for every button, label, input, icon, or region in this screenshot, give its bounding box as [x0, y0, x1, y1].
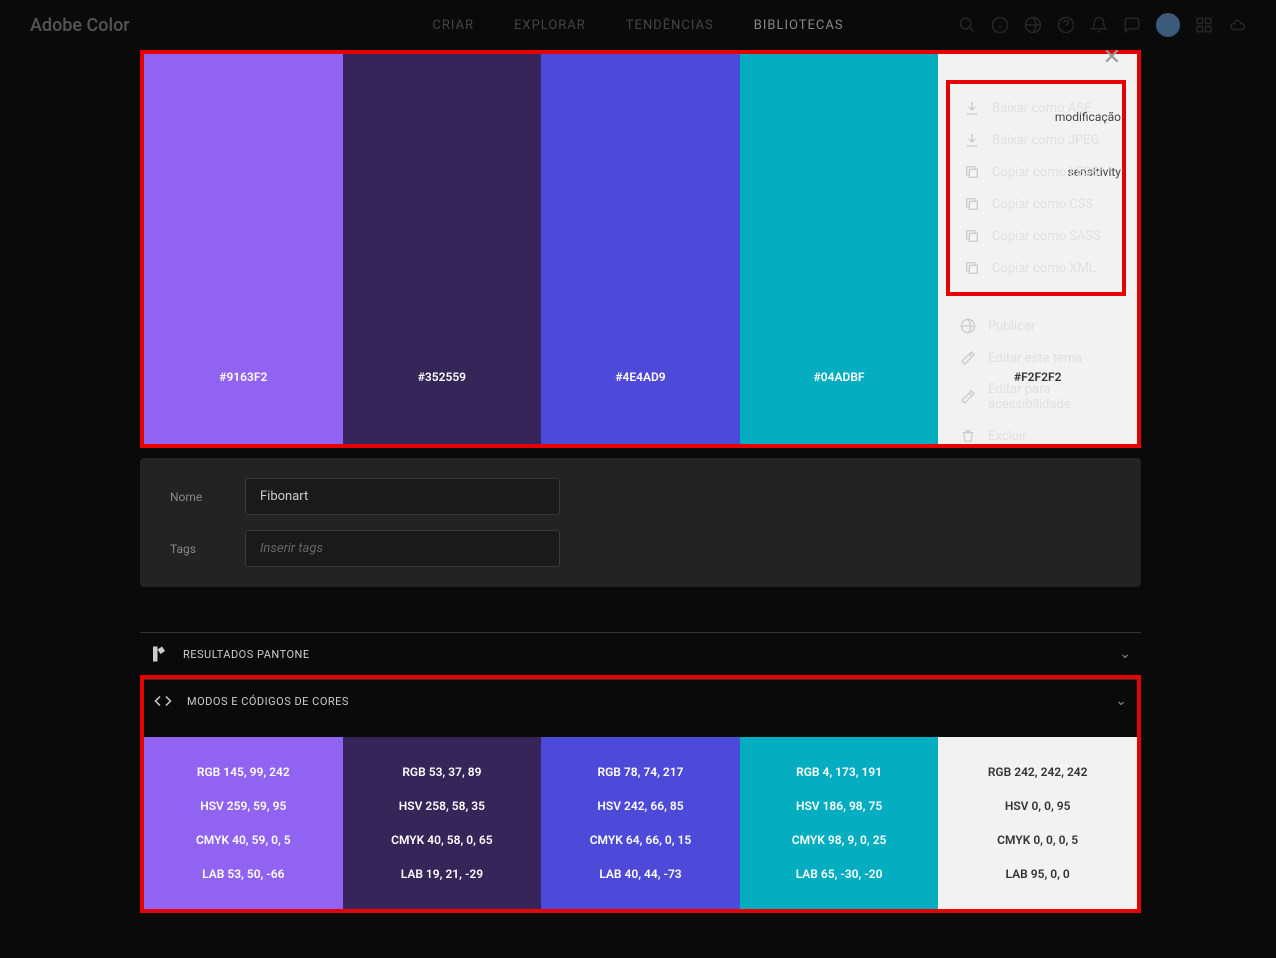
chat-icon[interactable] — [1123, 16, 1141, 34]
edit-accessibility-button[interactable]: Editar para acessibilidade — [946, 374, 1126, 420]
chevron-down-icon: ⌄ — [1115, 693, 1127, 709]
copy-icon — [964, 164, 980, 180]
info-icon[interactable] — [991, 16, 1009, 34]
menu-label: Copiar como LESS — [992, 165, 1099, 180]
color-codes-grid: RGB 145, 99, 242 HSV 259, 59, 95 CMYK 40, … — [144, 737, 1137, 909]
edit-icon — [960, 389, 976, 405]
nav-criar[interactable]: CRIAR — [432, 18, 474, 33]
code-lab[interactable]: LAB 19, 21, -29 — [353, 867, 532, 881]
code-rgb[interactable]: RGB 78, 74, 217 — [551, 765, 730, 779]
menu-label: Baixar como ASE — [992, 101, 1091, 116]
swatch-0[interactable]: #9163F2 — [144, 54, 343, 444]
code-rgb[interactable]: RGB 53, 37, 89 — [353, 765, 532, 779]
globe-icon — [960, 318, 976, 334]
code-cmyk[interactable]: CMYK 98, 9, 0, 25 — [750, 833, 929, 847]
edit-theme-button[interactable]: Editar este tema — [946, 342, 1126, 374]
copy-less-button[interactable]: Copiar como LESS — [950, 156, 1122, 188]
code-hsv[interactable]: HSV 186, 98, 75 — [750, 799, 929, 813]
code-lab[interactable]: LAB 65, -30, -20 — [750, 867, 929, 881]
code-rgb[interactable]: RGB 242, 242, 242 — [948, 765, 1127, 779]
tags-label: Tags — [170, 542, 245, 556]
app-logo: Adobe Color — [30, 15, 130, 36]
code-hsv[interactable]: HSV 258, 58, 35 — [353, 799, 532, 813]
menu-label: Copiar como XML — [992, 261, 1096, 276]
code-cmyk[interactable]: CMYK 0, 0, 0, 5 — [948, 833, 1127, 847]
codes-accordion[interactable]: MODOS E CÓDIGOS DE CORES ⌄ — [144, 679, 1137, 722]
code-lab[interactable]: LAB 40, 44, -73 — [551, 867, 730, 881]
search-icon[interactable] — [958, 16, 976, 34]
nav-explorar[interactable]: EXPLORAR — [514, 18, 586, 33]
code-rgb[interactable]: RGB 4, 173, 191 — [750, 765, 929, 779]
swatch-3[interactable]: #04ADBF — [740, 54, 939, 444]
swatch-hex-label: #9163F2 — [219, 370, 267, 384]
globe-icon[interactable] — [1024, 16, 1042, 34]
pantone-accordion[interactable]: RESULTADOS PANTONE ⌄ — [140, 632, 1141, 675]
code-lab[interactable]: LAB 95, 0, 0 — [948, 867, 1127, 881]
code-column-0: RGB 145, 99, 242 HSV 259, 59, 95 CMYK 40, … — [144, 737, 343, 909]
tags-input[interactable] — [245, 530, 560, 567]
code-cmyk[interactable]: CMYK 40, 59, 0, 5 — [154, 833, 333, 847]
user-avatar[interactable] — [1156, 13, 1180, 37]
nav-bibliotecas[interactable]: BIBLIOTECAS — [754, 18, 844, 33]
trash-icon — [960, 428, 976, 444]
nav-tendencias[interactable]: TENDÊNCIAS — [626, 18, 714, 33]
code-hsv[interactable]: HSV 259, 59, 95 — [154, 799, 333, 813]
main-nav: CRIAR EXPLORAR TENDÊNCIAS BIBLIOTECAS — [432, 18, 843, 33]
code-column-3: RGB 4, 173, 191 HSV 186, 98, 75 CMYK 98, 9… — [740, 737, 939, 909]
code-column-2: RGB 78, 74, 217 HSV 242, 66, 85 CMYK 64, 6… — [541, 737, 740, 909]
swatch-1[interactable]: #352559 — [343, 54, 542, 444]
code-hsv[interactable]: HSV 0, 0, 95 — [948, 799, 1127, 813]
app-header: Adobe Color CRIAR EXPLORAR TENDÊNCIAS BI… — [0, 0, 1276, 50]
close-button[interactable]: ✕ — [1103, 45, 1121, 70]
code-cmyk[interactable]: CMYK 64, 66, 0, 15 — [551, 833, 730, 847]
swatch-hex-label: #352559 — [418, 370, 466, 384]
code-column-4: RGB 242, 242, 242 HSV 0, 0, 95 CMYK 0, 0, … — [938, 737, 1137, 909]
download-jpeg-button[interactable]: Baixar como JPEG — [950, 124, 1122, 156]
swatch-2[interactable]: #4E4AD9 — [541, 54, 740, 444]
pantone-icon — [150, 645, 168, 663]
swatch-hex-label: #4E4AD9 — [615, 370, 665, 384]
code-lab[interactable]: LAB 53, 50, -66 — [154, 867, 333, 881]
download-ase-button[interactable]: Baixar como ASE — [950, 92, 1122, 124]
code-hsv[interactable]: HSV 242, 66, 85 — [551, 799, 730, 813]
menu-label: Editar para acessibilidade — [988, 382, 1112, 412]
name-input[interactable] — [245, 478, 560, 515]
grid-icon[interactable] — [1195, 16, 1213, 34]
codes-highlight: MODOS E CÓDIGOS DE CORES ⌄ RGB 145, 99, … — [140, 675, 1141, 913]
actions-menu: Baixar como ASE Baixar como JPEG Copiar … — [946, 80, 1126, 452]
download-icon — [964, 100, 980, 116]
code-icon — [154, 692, 172, 710]
download-icon — [964, 132, 980, 148]
menu-label: Copiar como CSS — [992, 197, 1093, 212]
menu-label: Editar este tema — [988, 351, 1082, 366]
swatch-hex-label: #04ADBF — [814, 370, 865, 384]
copy-xml-button[interactable]: Copiar como XML — [950, 252, 1122, 284]
menu-label: Publicar — [988, 319, 1035, 334]
copy-icon — [964, 260, 980, 276]
name-label: Nome — [170, 490, 245, 504]
menu-label: Copiar como SASS — [992, 229, 1101, 244]
copy-icon — [964, 228, 980, 244]
code-rgb[interactable]: RGB 145, 99, 242 — [154, 765, 333, 779]
delete-button[interactable]: Excluir — [946, 420, 1126, 452]
codes-title: MODOS E CÓDIGOS DE CORES — [187, 695, 1100, 708]
code-column-1: RGB 53, 37, 89 HSV 258, 58, 35 CMYK 40, 58… — [343, 737, 542, 909]
pantone-title: RESULTADOS PANTONE — [183, 648, 1104, 661]
menu-label: Baixar como JPEG — [992, 133, 1099, 148]
edit-icon — [960, 350, 976, 366]
bell-icon[interactable] — [1090, 16, 1108, 34]
help-icon[interactable] — [1057, 16, 1075, 34]
code-cmyk[interactable]: CMYK 40, 58, 0, 65 — [353, 833, 532, 847]
copy-css-button[interactable]: Copiar como CSS — [950, 188, 1122, 220]
menu-label: Excluir — [988, 429, 1026, 444]
publish-button[interactable]: Publicar — [946, 310, 1126, 342]
theme-form: Nome Tags — [140, 458, 1141, 587]
chevron-down-icon: ⌄ — [1119, 646, 1131, 662]
copy-sass-button[interactable]: Copiar como SASS — [950, 220, 1122, 252]
cloud-icon[interactable] — [1228, 16, 1246, 34]
copy-icon — [964, 196, 980, 212]
header-actions — [958, 13, 1246, 37]
